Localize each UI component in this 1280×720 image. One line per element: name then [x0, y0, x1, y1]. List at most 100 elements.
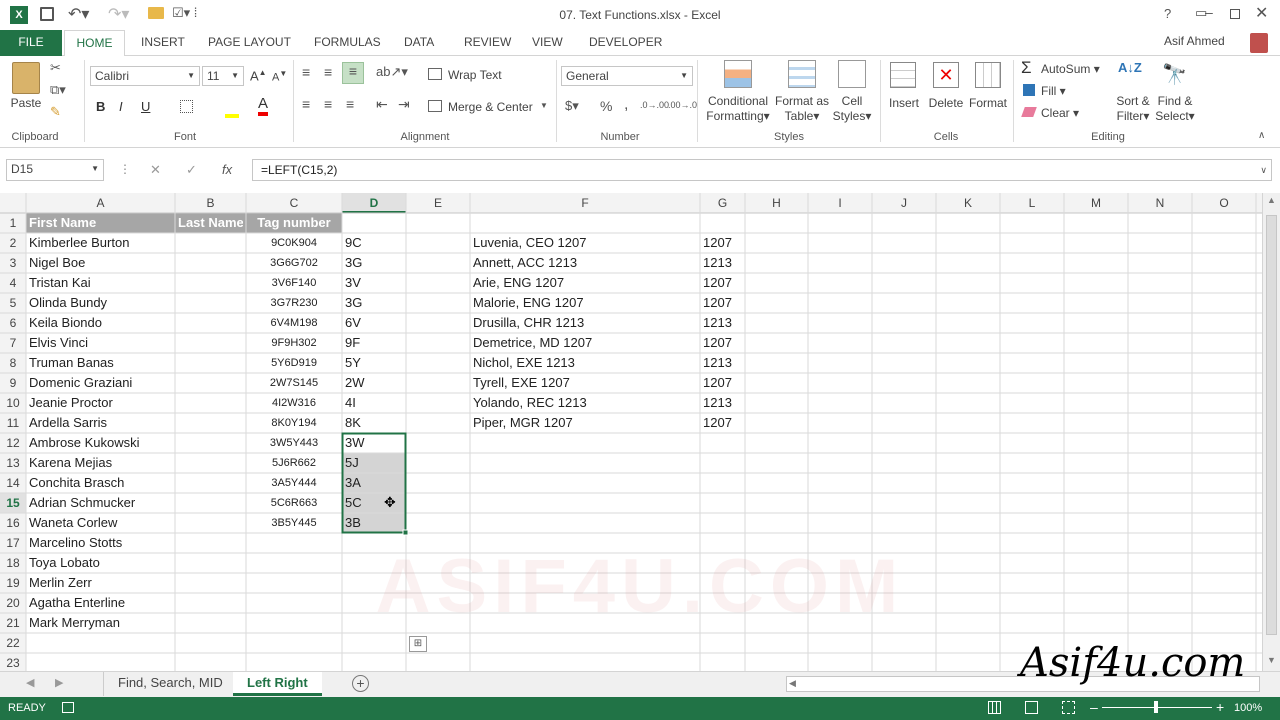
cell-first-name[interactable]: Nigel Boe [29, 253, 172, 273]
cell-g-value[interactable]: 1207 [703, 293, 742, 313]
cell-first-name[interactable]: Marcelino Stotts [29, 533, 172, 553]
column-header[interactable]: M [1064, 193, 1128, 213]
cell-first-name[interactable]: Adrian Schmucker [29, 493, 172, 513]
cell-left-result[interactable]: 8K [345, 413, 403, 433]
tab-page-layout[interactable]: PAGE LAYOUT [199, 30, 300, 56]
scroll-left-icon[interactable]: ◀ [789, 678, 796, 689]
cell-left-result[interactable]: 2W [345, 373, 403, 393]
row-header[interactable]: 6 [0, 313, 26, 333]
fill-button[interactable]: Fill ▾ [1041, 84, 1066, 98]
row-header[interactable]: 8 [0, 353, 26, 373]
cell-tag-number[interactable]: 9C0K904 [249, 233, 339, 253]
cell-f-text[interactable]: Luvenia, CEO 1207 [473, 233, 697, 253]
cell-left-result[interactable]: 5Y [345, 353, 403, 373]
cell-f-text[interactable]: Drusilla, CHR 1213 [473, 313, 697, 333]
formula-input[interactable]: =LEFT(C15,2) ∨ [252, 159, 1272, 181]
currency-icon[interactable]: $▾ [565, 98, 579, 114]
cell-first-name[interactable]: Jeanie Proctor [29, 393, 172, 413]
percent-icon[interactable]: % [600, 98, 612, 114]
cell-tag-number[interactable]: 3V6F140 [249, 273, 339, 293]
row-header[interactable]: 12 [0, 433, 26, 453]
header-cell-tag-number[interactable]: Tag number [249, 213, 339, 233]
row-header[interactable]: 23 [0, 653, 26, 671]
cell-first-name[interactable]: Olinda Bundy [29, 293, 172, 313]
horizontal-scrollbar[interactable]: ◀ [786, 676, 1260, 692]
cell-f-text[interactable]: Piper, MGR 1207 [473, 413, 697, 433]
column-header[interactable]: N [1128, 193, 1192, 213]
insert-function-icon[interactable]: fx [222, 162, 232, 177]
maximize-icon[interactable] [1230, 9, 1240, 19]
zoom-level[interactable]: 100% [1234, 702, 1262, 714]
open-folder-icon[interactable] [148, 7, 164, 19]
redo-icon[interactable]: ↷▾ [108, 4, 129, 24]
normal-view-icon[interactable] [988, 701, 1001, 714]
cell-tag-number[interactable]: 5C6R663 [249, 493, 339, 513]
cell-tag-number[interactable]: 5J6R662 [249, 453, 339, 473]
bottom-align-icon[interactable]: ≡ [342, 62, 364, 84]
align-right-icon[interactable]: ≡ [346, 96, 354, 112]
cell-first-name[interactable]: Ambrose Kukowski [29, 433, 172, 453]
tab-data[interactable]: DATA [395, 30, 443, 56]
cell-first-name[interactable]: Keila Biondo [29, 313, 172, 333]
cell-tag-number[interactable]: 3W5Y443 [249, 433, 339, 453]
row-header[interactable]: 21 [0, 613, 26, 633]
collapse-ribbon-icon[interactable]: ∧ [1258, 130, 1265, 141]
cell-first-name[interactable]: Ardella Sarris [29, 413, 172, 433]
quick-access-icon[interactable]: ☑▾ ⁞ [172, 5, 197, 21]
row-header[interactable]: 11 [0, 413, 26, 433]
merge-center-button[interactable]: Merge & Center [448, 100, 533, 114]
cell-first-name[interactable]: Truman Banas [29, 353, 172, 373]
cell-left-result[interactable]: 3V [345, 273, 403, 293]
cell-first-name[interactable]: Kimberlee Burton [29, 233, 172, 253]
format-as-table-button[interactable]: Format as Table▾ [772, 94, 832, 124]
cell-first-name[interactable]: Toya Lobato [29, 553, 172, 573]
row-header[interactable]: 18 [0, 553, 26, 573]
paste-icon[interactable] [12, 62, 40, 94]
paste-button[interactable]: Paste [8, 96, 44, 111]
row-header[interactable]: 9 [0, 373, 26, 393]
conditional-formatting-button[interactable]: Conditional Formatting▾ [702, 94, 774, 124]
column-header[interactable]: D [342, 193, 406, 213]
chevron-down-icon[interactable]: ▼ [540, 101, 548, 110]
delete-cells-button[interactable]: Delete [926, 96, 966, 111]
fill-handle[interactable] [402, 529, 409, 536]
row-header[interactable]: 4 [0, 273, 26, 293]
header-cell-first-name[interactable]: First Name [29, 213, 172, 233]
cell-g-value[interactable]: 1213 [703, 313, 742, 333]
row-header[interactable]: 7 [0, 333, 26, 353]
font-size-select[interactable]: 11 ▼ [202, 66, 244, 86]
cell-tag-number[interactable]: 9F9H302 [249, 333, 339, 353]
header-cell-last-name[interactable]: Last Name [178, 213, 243, 233]
comma-icon[interactable]: , [624, 96, 628, 114]
cell-styles-button[interactable]: Cell Styles▾ [828, 94, 876, 124]
column-header[interactable]: A [26, 193, 175, 213]
cell-tag-number[interactable]: 8K0Y194 [249, 413, 339, 433]
row-header[interactable]: 22 [0, 633, 26, 653]
cell-first-name[interactable]: Merlin Zerr [29, 573, 172, 593]
row-header[interactable]: 1 [0, 213, 26, 233]
vertical-scrollbar[interactable]: ▲ ▼ [1262, 193, 1280, 671]
cell-left-result[interactable]: 3G [345, 293, 403, 313]
enter-icon[interactable]: ✓ [186, 162, 197, 178]
macro-record-icon[interactable] [62, 702, 74, 713]
increase-indent-icon[interactable]: ⇥ [398, 96, 410, 113]
cell-first-name[interactable]: Karena Mejias [29, 453, 172, 473]
clear-button[interactable]: Clear ▾ [1041, 106, 1079, 120]
top-align-icon[interactable]: ≡ [302, 64, 310, 80]
cell-g-value[interactable]: 1207 [703, 413, 742, 433]
cell-first-name[interactable]: Mark Merryman [29, 613, 172, 633]
tab-view[interactable]: VIEW [523, 30, 572, 56]
cell-g-value[interactable]: 1207 [703, 333, 742, 353]
cell-tag-number[interactable]: 3G6G702 [249, 253, 339, 273]
sheet-next-icon[interactable]: ▶ [55, 676, 63, 689]
excel-logo-icon[interactable]: X [10, 6, 28, 24]
align-left-icon[interactable]: ≡ [302, 96, 310, 112]
row-header[interactable]: 10 [0, 393, 26, 413]
borders-icon[interactable] [180, 100, 193, 113]
cell-left-result[interactable]: 9C [345, 233, 403, 253]
cell-f-text[interactable]: Tyrell, EXE 1207 [473, 373, 697, 393]
column-header[interactable]: O [1192, 193, 1256, 213]
column-header[interactable]: B [175, 193, 246, 213]
cell-g-value[interactable]: 1207 [703, 373, 742, 393]
cell-left-result[interactable]: 9F [345, 333, 403, 353]
